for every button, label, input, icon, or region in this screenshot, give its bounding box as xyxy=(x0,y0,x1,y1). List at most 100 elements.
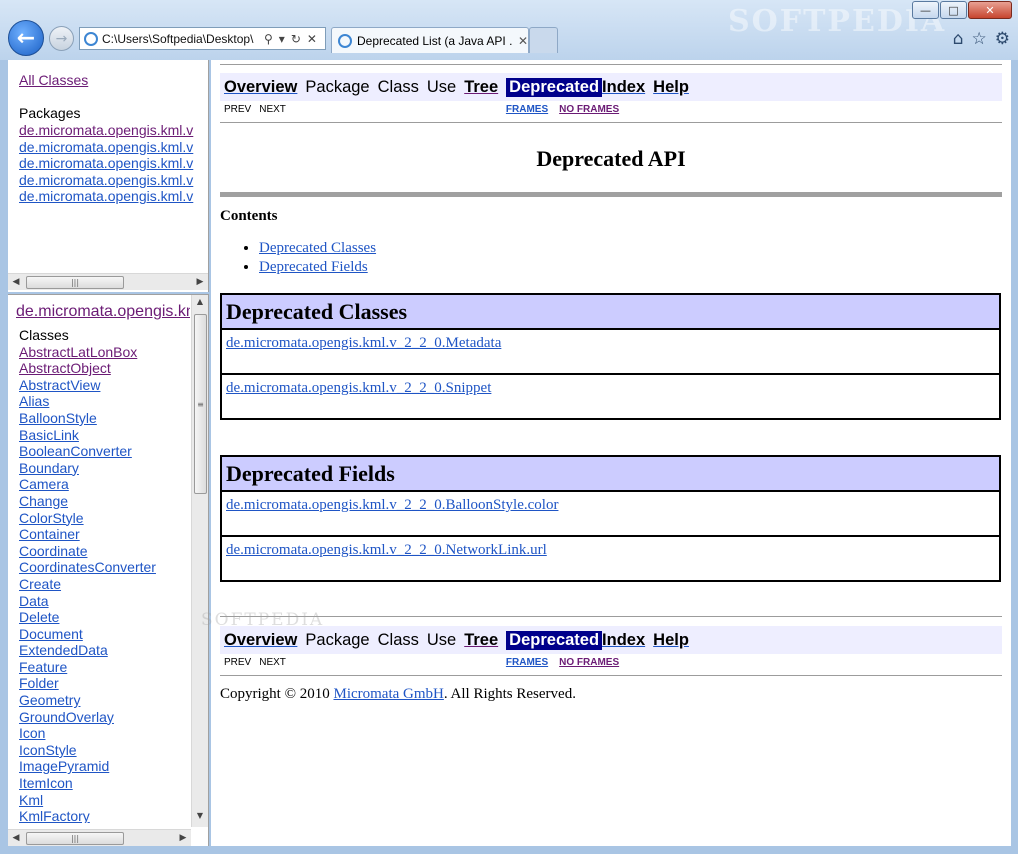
tab-deprecated-list[interactable]: Deprecated List (a Java API ... ✕ xyxy=(331,27,529,53)
class-link[interactable]: IconStyle xyxy=(19,742,191,759)
package-link[interactable]: de.micromata.opengis.kml.v xyxy=(19,122,206,139)
scroll-left-icon[interactable]: ◀ xyxy=(8,277,24,287)
packages-header: Packages xyxy=(19,105,81,121)
deprecated-class-link[interactable]: de.micromata.opengis.kml.v_2_2_0.Metadat… xyxy=(226,335,501,351)
class-link[interactable]: Change xyxy=(19,493,191,510)
class-link[interactable]: BasicLink xyxy=(19,427,191,444)
bottom-subnav: PREV NEXT FRAMES NO FRAMES xyxy=(220,654,1002,670)
forward-arrow-icon: → xyxy=(55,30,68,47)
nav-overview[interactable]: Overview xyxy=(224,631,297,650)
package-link[interactable]: de.micromata.opengis.kml.v xyxy=(19,172,206,189)
class-link[interactable]: ItemIcon xyxy=(19,775,191,792)
scroll-thumb[interactable]: ≡ xyxy=(194,314,207,494)
class-link[interactable]: ImagePyramid xyxy=(19,758,191,775)
softpedia-watermark: SOFTPEDIA xyxy=(201,610,325,630)
package-link[interactable]: de.micromata.opengis.kml.v xyxy=(19,188,206,205)
class-link[interactable]: Folder xyxy=(19,675,191,692)
search-icon[interactable]: ⚲ xyxy=(264,32,273,46)
nav-class: Class xyxy=(377,77,419,96)
class-link[interactable]: Container xyxy=(19,526,191,543)
class-link[interactable]: Document xyxy=(19,626,191,643)
back-arrow-icon: ← xyxy=(16,25,36,51)
toc-deprecated-classes-link[interactable]: Deprecated Classes xyxy=(259,240,376,256)
all-classes-link[interactable]: All Classes xyxy=(19,72,208,88)
toolbar-icons: ⌂ ☆ ⚙ xyxy=(953,29,1010,49)
maximize-icon[interactable]: □ xyxy=(940,1,967,19)
copyright: Copyright © 2010 Micromata GmbH. All Rig… xyxy=(220,686,1002,703)
nav-help[interactable]: Help xyxy=(653,631,689,650)
nav-overview[interactable]: Overview xyxy=(224,78,297,97)
class-link[interactable]: Create xyxy=(19,576,191,593)
close-icon[interactable]: ✕ xyxy=(968,1,1012,19)
class-link[interactable]: AbstractObject xyxy=(19,360,191,377)
forward-button[interactable]: → xyxy=(49,26,74,51)
toc-deprecated-fields-link[interactable]: Deprecated Fields xyxy=(259,259,368,275)
classes-horizontal-scrollbar[interactable]: ◀ ||| ▶ xyxy=(8,829,191,846)
class-link[interactable]: Delete xyxy=(19,609,191,626)
frames-link[interactable]: FRAMES xyxy=(506,657,548,668)
class-link[interactable]: ExtendedData xyxy=(19,642,191,659)
scroll-thumb[interactable]: ||| xyxy=(26,831,124,845)
micromata-link[interactable]: Micromata GmbH xyxy=(333,686,443,702)
packages-horizontal-scrollbar[interactable]: ◀ ||| ▶ xyxy=(8,273,208,290)
deprecated-fields-header: Deprecated Fields xyxy=(220,455,1001,492)
nav-tree[interactable]: Tree xyxy=(464,78,498,97)
nav-deprecated: Deprecated xyxy=(506,77,603,97)
deprecated-field-link[interactable]: de.micromata.opengis.kml.v_2_2_0.Balloon… xyxy=(226,497,558,513)
class-link[interactable]: AbstractLatLonBox xyxy=(19,344,191,361)
scroll-down-icon[interactable]: ▼ xyxy=(192,811,208,820)
nav-tree[interactable]: Tree xyxy=(464,631,498,650)
home-icon[interactable]: ⌂ xyxy=(953,29,964,49)
class-link[interactable]: BooleanConverter xyxy=(19,443,191,460)
no-frames-link[interactable]: NO FRAMES xyxy=(559,657,619,668)
frames-link[interactable]: FRAMES xyxy=(506,104,548,115)
back-button[interactable]: ← xyxy=(8,20,44,56)
tab-close-icon[interactable]: ✕ xyxy=(518,34,528,48)
class-link[interactable]: Data xyxy=(19,593,191,610)
nav-help[interactable]: Help xyxy=(653,78,689,97)
classes-header: Classes xyxy=(19,327,69,343)
class-link[interactable]: Feature xyxy=(19,659,191,676)
stop-icon[interactable]: ✕ xyxy=(307,32,317,46)
gear-icon[interactable]: ⚙ xyxy=(995,29,1010,49)
package-link[interactable]: de.micromata.opengis.kml.v xyxy=(19,155,206,172)
address-bar[interactable]: C:\Users\Softpedia\Desktop\ ⚲ ▾ ↻ ✕ xyxy=(79,27,326,50)
scroll-up-icon[interactable]: ▲ xyxy=(192,297,208,306)
new-tab-button[interactable] xyxy=(529,27,558,53)
class-link[interactable]: BalloonStyle xyxy=(19,410,191,427)
class-link[interactable]: Alias xyxy=(19,393,191,410)
address-text[interactable]: C:\Users\Softpedia\Desktop\ xyxy=(102,32,258,46)
class-link[interactable]: Boundary xyxy=(19,460,191,477)
class-link[interactable]: Camera xyxy=(19,476,191,493)
package-link[interactable]: de.micromata.opengis.kml.v xyxy=(19,139,206,156)
no-frames-link[interactable]: NO FRAMES xyxy=(559,104,619,115)
classes-vertical-scrollbar[interactable]: ▲ ≡ ▼ xyxy=(191,295,208,827)
class-link[interactable]: KmlFactory xyxy=(19,808,191,823)
class-link[interactable]: Coordinate xyxy=(19,543,191,560)
nav-index[interactable]: Index xyxy=(602,78,645,97)
deprecated-field-link[interactable]: de.micromata.opengis.kml.v_2_2_0.Network… xyxy=(226,542,547,558)
minimize-icon[interactable]: — xyxy=(912,1,939,19)
scroll-right-icon[interactable]: ▶ xyxy=(192,277,208,287)
class-link[interactable]: ColorStyle xyxy=(19,510,191,527)
favorites-star-icon[interactable]: ☆ xyxy=(972,29,987,49)
scroll-left-icon[interactable]: ◀ xyxy=(8,833,24,843)
class-link[interactable]: Geometry xyxy=(19,692,191,709)
class-link[interactable]: Kml xyxy=(19,792,191,809)
refresh-icon[interactable]: ↻ xyxy=(291,32,301,46)
classes-frame: de.micromata.opengis.km Classes Abstract… xyxy=(8,294,209,846)
ie-page-icon xyxy=(84,31,98,46)
scroll-right-icon[interactable]: ▶ xyxy=(175,833,191,843)
class-link[interactable]: GroundOverlay xyxy=(19,709,191,726)
deprecated-class-link[interactable]: de.micromata.opengis.kml.v_2_2_0.Snippet xyxy=(226,380,491,396)
dropdown-icon[interactable]: ▾ xyxy=(279,32,285,46)
class-link[interactable]: AbstractView xyxy=(19,377,191,394)
nav-index[interactable]: Index xyxy=(602,631,645,650)
copyright-suffix: . All Rights Reserved. xyxy=(443,686,576,702)
class-link[interactable]: CoordinatesConverter xyxy=(19,559,191,576)
class-link[interactable]: Icon xyxy=(19,725,191,742)
tab-title: Deprecated List (a Java API ... xyxy=(357,33,512,48)
scroll-thumb[interactable]: ||| xyxy=(26,275,124,289)
copyright-prefix: Copyright © 2010 xyxy=(220,686,334,702)
package-title-link[interactable]: de.micromata.opengis.km xyxy=(16,303,190,321)
